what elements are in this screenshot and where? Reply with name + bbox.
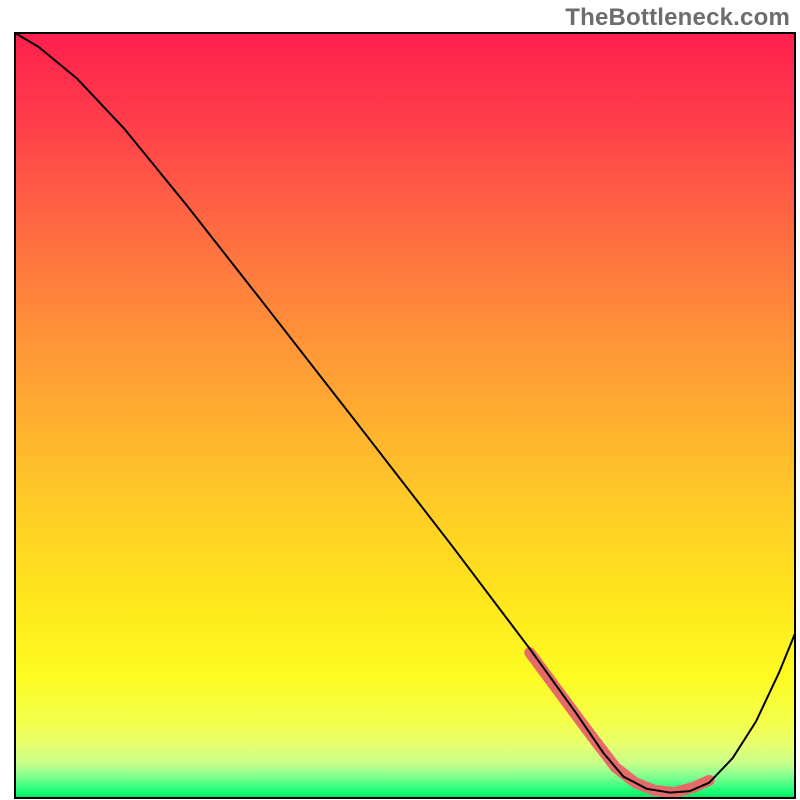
watermark-text: TheBottleneck.com [565, 4, 790, 32]
gradient-background [15, 33, 795, 798]
chart-frame: TheBottleneck.com [0, 0, 800, 800]
bottleneck-chart [0, 0, 800, 800]
